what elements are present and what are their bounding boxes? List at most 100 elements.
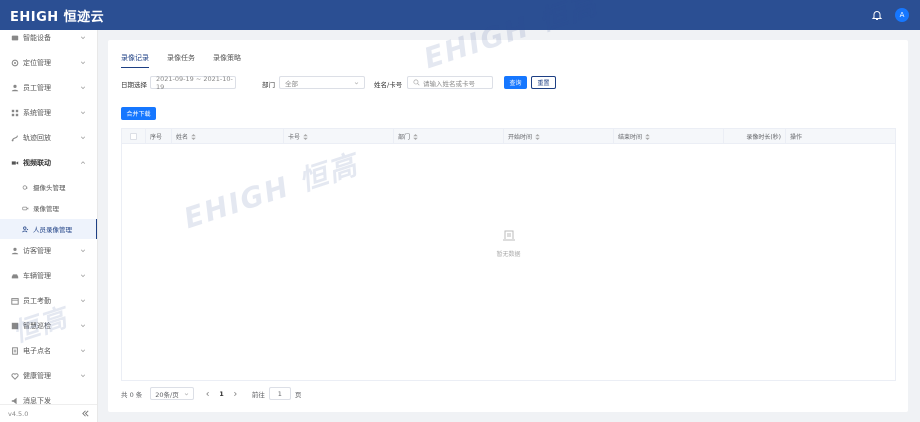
location-icon bbox=[10, 59, 19, 68]
column-title: 开始时间 bbox=[508, 134, 533, 141]
goto-label: 前往 bbox=[251, 390, 265, 399]
sidebar-subitem-label: 人员录像管理 bbox=[33, 226, 72, 234]
page-size-select[interactable]: 20条/页 bbox=[150, 387, 195, 400]
sidebar-item-label: 电子点名 bbox=[23, 347, 51, 355]
date-range-picker[interactable]: 2021-09-19 ~ 2021-10-19 bbox=[150, 75, 236, 91]
column-title: 录像时长(秒) bbox=[746, 134, 781, 141]
chevron-down-icon bbox=[80, 299, 86, 303]
column-title: 部门 bbox=[398, 134, 411, 141]
main-card: 录像记录 录像任务 录像策略 日期选择 2021-09-19 ~ 2021-10… bbox=[108, 40, 908, 412]
column-title: 姓名 bbox=[176, 134, 189, 141]
tab-recording-records[interactable]: 录像记录 bbox=[121, 53, 149, 68]
merge-download-button[interactable]: 合并下载 bbox=[121, 107, 156, 120]
sidebar-item-label: 视频联动 bbox=[23, 159, 51, 167]
chevron-down-icon bbox=[80, 86, 86, 90]
sidebar-item-video[interactable]: 视频联动 bbox=[0, 152, 97, 174]
sidebar-item-track[interactable]: 轨迹回放 bbox=[0, 127, 97, 149]
column-header-end-time[interactable]: 结束时间 bbox=[614, 129, 724, 144]
sidebar-item-health[interactable]: 健康管理 bbox=[0, 365, 97, 387]
search-icon bbox=[413, 79, 420, 86]
column-header-dept[interactable]: 部门 bbox=[394, 129, 504, 144]
sidebar-subitem-recording[interactable]: 录像管理 bbox=[0, 198, 97, 218]
sidebar-subitem-label: 录像管理 bbox=[33, 205, 59, 213]
page-size-value: 20条/页 bbox=[155, 390, 179, 399]
sort-icon[interactable] bbox=[413, 133, 418, 140]
dept-filter-label: 部门 bbox=[262, 81, 275, 89]
attendance-icon bbox=[10, 297, 19, 306]
dept-select-value: 全部 bbox=[285, 79, 298, 88]
sidebar-item-location[interactable]: 定位管理 bbox=[0, 52, 97, 74]
total-count: 共 0 条 bbox=[121, 390, 143, 399]
chevron-down-icon bbox=[80, 249, 86, 253]
tab-recording-tasks[interactable]: 录像任务 bbox=[167, 53, 195, 68]
sidebar-item-staff[interactable]: 员工管理 bbox=[0, 77, 97, 99]
top-header: EHIGH 恒迹云 A bbox=[0, 0, 920, 30]
sort-icon[interactable] bbox=[191, 133, 196, 140]
video-icon bbox=[10, 159, 19, 168]
select-all-checkbox[interactable] bbox=[130, 133, 137, 140]
sidebar-item-devices[interactable]: 智能设备 bbox=[0, 30, 97, 49]
name-search-input[interactable]: 请输入姓名或卡号 bbox=[407, 76, 493, 89]
version-label: v4.5.0 bbox=[8, 409, 29, 418]
sidebar-item-label: 智慧巡检 bbox=[23, 322, 51, 330]
query-button[interactable]: 查询 bbox=[504, 76, 527, 89]
empty-text: 暂无数据 bbox=[496, 251, 521, 258]
visitor-icon bbox=[10, 247, 19, 256]
sidebar-item-rollcall[interactable]: 电子点名 bbox=[0, 340, 97, 362]
sidebar-subitem-camera[interactable]: 摄像头管理 bbox=[0, 177, 97, 197]
next-page-icon[interactable] bbox=[232, 391, 238, 397]
sidebar: 智能设备 定位管理 员工管理 系统管理 轨迹回放 视频联动 摄像头管理 录像管理… bbox=[0, 30, 98, 422]
column-header-start-time[interactable]: 开始时间 bbox=[504, 129, 614, 144]
page-suffix: 页 bbox=[294, 390, 302, 399]
name-search-placeholder: 请输入姓名或卡号 bbox=[423, 79, 475, 88]
rollcall-icon bbox=[10, 347, 19, 356]
car-icon bbox=[10, 272, 19, 281]
sidebar-item-visitor[interactable]: 访客管理 bbox=[0, 240, 97, 262]
sort-icon[interactable] bbox=[303, 133, 308, 140]
reset-button[interactable]: 重置 bbox=[531, 76, 556, 89]
sidebar-item-inspection[interactable]: 智慧巡检 bbox=[0, 315, 97, 337]
chevron-down-icon bbox=[80, 61, 86, 65]
user-avatar[interactable]: A bbox=[895, 8, 909, 22]
chevron-down-icon bbox=[80, 36, 86, 40]
chevron-down-icon bbox=[80, 274, 86, 278]
chevron-down-icon bbox=[80, 349, 86, 353]
name-filter-label: 姓名/卡号 bbox=[374, 81, 403, 89]
column-header-name[interactable]: 姓名 bbox=[172, 129, 284, 144]
sidebar-item-attendance[interactable]: 员工考勤 bbox=[0, 290, 97, 312]
sidebar-item-system[interactable]: 系统管理 bbox=[0, 102, 97, 124]
person-video-icon bbox=[22, 225, 30, 233]
sidebar-item-label: 员工考勤 bbox=[23, 297, 51, 305]
chevron-down-icon bbox=[80, 374, 86, 378]
camera-icon bbox=[22, 183, 30, 191]
sidebar-item-label: 车辆管理 bbox=[23, 272, 51, 280]
sidebar-item-vehicle[interactable]: 车辆管理 bbox=[0, 265, 97, 287]
sort-icon[interactable] bbox=[535, 133, 540, 140]
app-logo[interactable]: EHIGH 恒迹云 bbox=[10, 6, 104, 25]
bell-icon[interactable] bbox=[871, 9, 883, 21]
goto-page-input[interactable]: 1 bbox=[268, 387, 291, 400]
chevron-down-icon bbox=[185, 393, 189, 396]
sidebar-subitem-label: 摄像头管理 bbox=[33, 184, 66, 192]
current-page[interactable]: 1 bbox=[219, 390, 224, 398]
chevron-down-icon bbox=[80, 324, 86, 328]
collapse-sidebar-icon[interactable] bbox=[81, 409, 90, 418]
column-header-card[interactable]: 卡号 bbox=[284, 129, 394, 144]
table-header: 序号 姓名 卡号 部门 开始时间 结束时间 录像时长(秒) 操作 bbox=[122, 129, 895, 144]
dept-select[interactable]: 全部 bbox=[279, 76, 365, 89]
column-header-index: 序号 bbox=[146, 129, 172, 144]
device-icon bbox=[10, 34, 19, 43]
health-icon bbox=[10, 372, 19, 381]
sidebar-item-label: 轨迹回放 bbox=[23, 134, 51, 142]
sidebar-subitem-person-video[interactable]: 人员录像管理 bbox=[0, 219, 97, 239]
recording-icon bbox=[22, 204, 30, 212]
column-header-duration: 录像时长(秒) bbox=[724, 129, 786, 144]
chevron-down-icon bbox=[80, 136, 86, 140]
user-icon bbox=[10, 84, 19, 93]
tab-bar: 录像记录 录像任务 录像策略 bbox=[121, 53, 259, 68]
prev-page-icon[interactable] bbox=[205, 391, 211, 397]
sort-icon[interactable] bbox=[645, 133, 650, 140]
records-table: 序号 姓名 卡号 部门 开始时间 结束时间 录像时长(秒) 操作 暂无数据 bbox=[121, 128, 896, 381]
tab-recording-strategy[interactable]: 录像策略 bbox=[213, 53, 241, 68]
empty-state: 暂无数据 bbox=[122, 229, 895, 258]
